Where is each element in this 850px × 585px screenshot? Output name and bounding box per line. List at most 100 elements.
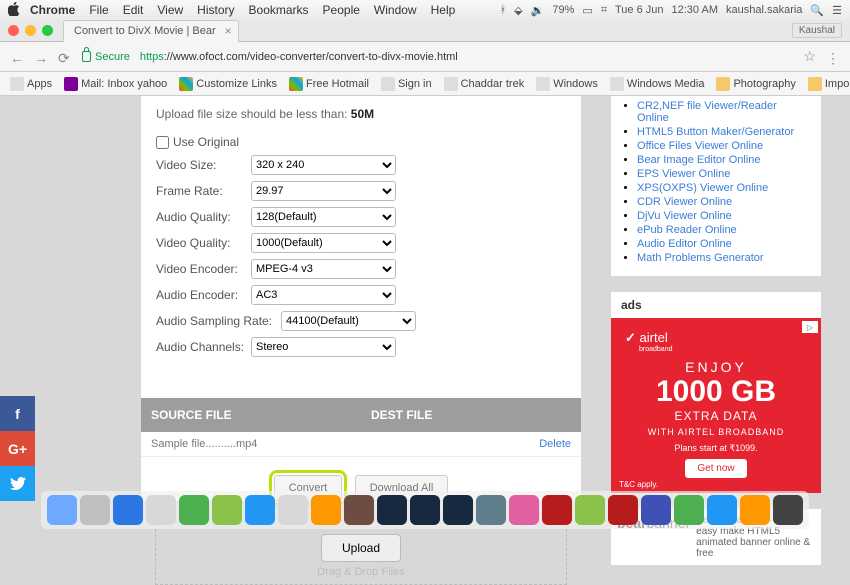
dock-app-16[interactable] bbox=[575, 495, 605, 525]
sidebar-link-4[interactable]: EPS Viewer Online bbox=[637, 168, 730, 180]
menubar-user[interactable]: kaushal.sakaria bbox=[726, 4, 802, 16]
bm-ie[interactable]: Imported From IE bbox=[808, 77, 850, 91]
menu-file[interactable]: File bbox=[89, 3, 108, 17]
sidebar-link-8[interactable]: ePub Reader Online bbox=[637, 224, 737, 236]
menu-view[interactable]: View bbox=[157, 3, 183, 17]
menu-window[interactable]: Window bbox=[374, 3, 417, 17]
ad-cta-button[interactable]: Get now bbox=[685, 459, 746, 478]
url-field[interactable]: https://www.ofoct.com/video-converter/co… bbox=[140, 51, 794, 63]
dock-app-14[interactable] bbox=[509, 495, 539, 525]
dock-app-20[interactable] bbox=[707, 495, 737, 525]
dock-app-10[interactable] bbox=[377, 495, 407, 525]
adchoices-icon[interactable]: ▷ bbox=[802, 321, 818, 333]
googleplus-share-button[interactable]: G+ bbox=[0, 431, 35, 466]
menu-history[interactable]: History bbox=[197, 3, 234, 17]
hash-icon[interactable]: ⌗ bbox=[601, 4, 607, 17]
video-quality-select[interactable]: 1000(Default) bbox=[251, 233, 396, 253]
dock-app-3[interactable] bbox=[146, 495, 176, 525]
video-encoder-label: Video Encoder: bbox=[156, 262, 251, 276]
dock-app-6[interactable] bbox=[245, 495, 275, 525]
dock-app-21[interactable] bbox=[740, 495, 770, 525]
bluetooth-icon[interactable]: ᚼ bbox=[500, 4, 507, 16]
browser-tab[interactable]: Convert to DivX Movie | Bear × bbox=[63, 20, 239, 42]
sidebar-link-5[interactable]: XPS(OXPS) Viewer Online bbox=[637, 182, 768, 194]
macos-dock bbox=[0, 491, 850, 531]
menu-app[interactable]: Chrome bbox=[30, 3, 75, 17]
dock-app-15[interactable] bbox=[542, 495, 572, 525]
audio-quality-select[interactable]: 128(Default) bbox=[251, 207, 396, 227]
delete-link[interactable]: Delete bbox=[539, 438, 571, 450]
sidebar-link-3[interactable]: Bear Image Editor Online bbox=[637, 154, 761, 166]
source-filename: Sample file..........mp4 bbox=[151, 438, 539, 450]
dock-app-5[interactable] bbox=[212, 495, 242, 525]
secure-indicator[interactable]: Secure bbox=[82, 51, 130, 63]
bookmark-star-icon[interactable]: ☆ bbox=[803, 48, 816, 65]
menu-edit[interactable]: Edit bbox=[123, 3, 144, 17]
search-icon[interactable]: 🔍 bbox=[810, 4, 824, 17]
bm-mail[interactable]: Mail: Inbox yahoo bbox=[64, 77, 167, 91]
dock-app-17[interactable] bbox=[608, 495, 638, 525]
sidebar-link-2[interactable]: Office Files Viewer Online bbox=[637, 140, 763, 152]
speaker-icon[interactable]: 🔉 bbox=[531, 4, 545, 17]
bm-apps[interactable]: Apps bbox=[10, 77, 52, 91]
wifi-icon[interactable]: ⬙ bbox=[514, 4, 522, 17]
bm-windows[interactable]: Windows bbox=[536, 77, 598, 91]
bm-chaddar[interactable]: Chaddar trek bbox=[444, 77, 525, 91]
bm-hotmail[interactable]: Free Hotmail bbox=[289, 77, 369, 91]
sidebar-link-0[interactable]: CR2,NEF file Viewer/Reader Online bbox=[637, 100, 777, 124]
menu-people[interactable]: People bbox=[323, 3, 360, 17]
bm-customize[interactable]: Customize Links bbox=[179, 77, 277, 91]
dock-app-22[interactable] bbox=[773, 495, 803, 525]
dock-app-18[interactable] bbox=[641, 495, 671, 525]
audio-encoder-select[interactable]: AC3 bbox=[251, 285, 396, 305]
page-icon bbox=[610, 77, 624, 91]
sidebar-link-7[interactable]: DjVu Viewer Online bbox=[637, 210, 732, 222]
dock-app-1[interactable] bbox=[80, 495, 110, 525]
bm-signin[interactable]: Sign in bbox=[381, 77, 432, 91]
menu-extra-icon[interactable]: ☰ bbox=[832, 4, 842, 17]
dock-app-9[interactable] bbox=[344, 495, 374, 525]
dock-app-4[interactable] bbox=[179, 495, 209, 525]
dock-app-13[interactable] bbox=[476, 495, 506, 525]
menu-help[interactable]: Help bbox=[431, 3, 456, 17]
dock-app-2[interactable] bbox=[113, 495, 143, 525]
folder-icon bbox=[808, 77, 822, 91]
dock-app-11[interactable] bbox=[410, 495, 440, 525]
menu-icon[interactable]: ⋮ bbox=[826, 50, 840, 64]
sidebar-link-6[interactable]: CDR Viewer Online bbox=[637, 196, 732, 208]
upload-button[interactable]: Upload bbox=[321, 534, 401, 562]
frame-rate-select[interactable]: 29.97 bbox=[251, 181, 396, 201]
menubar-date[interactable]: Tue 6 Jun bbox=[615, 4, 664, 16]
reload-button[interactable]: ⟳ bbox=[58, 50, 72, 64]
back-button[interactable]: ← bbox=[10, 50, 24, 64]
sidebar-link-1[interactable]: HTML5 Button Maker/Generator bbox=[637, 126, 794, 138]
dock-app-7[interactable] bbox=[278, 495, 308, 525]
menu-bookmarks[interactable]: Bookmarks bbox=[249, 3, 309, 17]
dock-app-0[interactable] bbox=[47, 495, 77, 525]
tab-close-icon[interactable]: × bbox=[225, 24, 232, 38]
profile-badge[interactable]: Kaushal bbox=[792, 23, 842, 38]
frame-rate-label: Frame Rate: bbox=[156, 184, 251, 198]
window-close-button[interactable] bbox=[8, 25, 19, 36]
use-original-checkbox[interactable] bbox=[156, 136, 169, 149]
video-size-select[interactable]: 320 x 240 bbox=[251, 155, 396, 175]
sampling-select[interactable]: 44100(Default) bbox=[281, 311, 416, 331]
sidebar-link-9[interactable]: Audio Editor Online bbox=[637, 238, 732, 250]
window-zoom-button[interactable] bbox=[42, 25, 53, 36]
video-encoder-select[interactable]: MPEG-4 v3 bbox=[251, 259, 396, 279]
window-minimize-button[interactable] bbox=[25, 25, 36, 36]
dock-app-19[interactable] bbox=[674, 495, 704, 525]
bm-wmedia[interactable]: Windows Media bbox=[610, 77, 705, 91]
forward-button[interactable]: → bbox=[34, 50, 48, 64]
apple-icon[interactable] bbox=[8, 2, 22, 19]
upload-hint: Upload file size should be less than: 50… bbox=[156, 107, 566, 121]
dock-app-12[interactable] bbox=[443, 495, 473, 525]
bm-photo[interactable]: Photography bbox=[716, 77, 795, 91]
dock-app-8[interactable] bbox=[311, 495, 341, 525]
sidebar-link-10[interactable]: Math Problems Generator bbox=[637, 252, 764, 264]
battery-icon[interactable]: ▭ bbox=[582, 4, 592, 17]
facebook-share-button[interactable]: f bbox=[0, 396, 35, 431]
ad-banner[interactable]: ▷ ✓ airtelbroadband ENJOY 1000 GB EXTRA … bbox=[611, 318, 821, 493]
channels-select[interactable]: Stereo bbox=[251, 337, 396, 357]
folder-icon bbox=[716, 77, 730, 91]
